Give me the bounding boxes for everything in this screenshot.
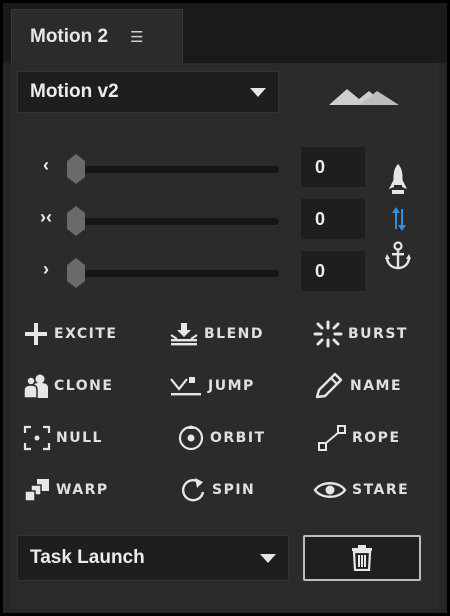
slider-left-value[interactable]: 0 — [301, 147, 365, 187]
null-icon — [23, 425, 51, 451]
spin-label: SPIN — [212, 482, 256, 498]
stare-button[interactable]: STARE — [313, 475, 409, 505]
preset-dropdown-label: Motion v2 — [30, 81, 119, 102]
chevron-down-icon — [260, 554, 276, 563]
spin-icon — [182, 478, 205, 502]
excite-button[interactable]: EXCITE — [23, 319, 117, 349]
tab-title: Motion 2 — [30, 25, 109, 47]
chevron-down-icon — [250, 88, 266, 97]
clone-icon — [23, 374, 48, 399]
motion-panel: Motion v2 ‹ 0 ›‹ 0 › 0 EXCITE BLEND BURS… — [11, 63, 439, 609]
slider-right-value[interactable]: 0 — [301, 251, 365, 291]
pencil-icon — [315, 372, 343, 399]
task-dropdown[interactable]: Task Launch — [17, 535, 289, 581]
eye-icon — [313, 482, 347, 498]
slider-row-right: › 0 — [11, 251, 439, 291]
stare-label: STARE — [352, 482, 410, 498]
name-label: NAME — [350, 378, 403, 394]
burst-label: BURST — [348, 326, 408, 342]
orbit-icon — [178, 425, 204, 451]
slider-middle-track[interactable] — [71, 218, 279, 225]
name-button[interactable]: NAME — [313, 371, 402, 401]
blend-label: BLEND — [204, 326, 264, 342]
plus-icon — [25, 323, 47, 345]
anchor-icon[interactable] — [385, 241, 411, 271]
slider-left-glyph: ‹ — [43, 155, 49, 175]
slider-right-glyph: › — [43, 259, 49, 279]
slider-row-left: ‹ 0 — [11, 147, 439, 187]
rope-button[interactable]: ROPE — [317, 423, 401, 453]
jump-label: JUMP — [208, 378, 255, 394]
null-label: NULL — [56, 430, 103, 446]
orbit-button[interactable]: ORBIT — [177, 423, 266, 453]
blend-icon — [170, 323, 198, 346]
slider-right-track[interactable] — [71, 270, 279, 277]
clone-button[interactable]: CLONE — [23, 371, 113, 401]
slider-left-track[interactable] — [71, 166, 279, 173]
spin-button[interactable]: SPIN — [181, 475, 255, 505]
slider-middle-thumb[interactable] — [67, 206, 85, 236]
burst-button[interactable]: BURST — [313, 319, 408, 349]
rope-label: ROPE — [352, 430, 401, 446]
rope-icon — [318, 425, 346, 451]
hamburger-menu-icon[interactable]: ☰ — [130, 28, 144, 46]
slider-middle-glyph: ›‹ — [40, 207, 52, 227]
null-button[interactable]: NULL — [23, 423, 103, 453]
orbit-label: ORBIT — [210, 430, 266, 446]
window: Motion 2 ☰ Motion v2 ‹ 0 ›‹ 0 › 0 EXCITE… — [3, 3, 447, 613]
rocket-icon[interactable] — [387, 163, 409, 197]
mountains-icon[interactable] — [329, 85, 399, 107]
warp-icon — [24, 479, 49, 502]
slider-row-middle: ›‹ 0 — [11, 199, 439, 239]
slider-right-thumb[interactable] — [67, 258, 85, 288]
arrows-updown-icon[interactable] — [391, 205, 407, 233]
warp-label: WARP — [56, 482, 109, 498]
jump-icon — [170, 377, 201, 396]
trash-icon — [352, 545, 372, 571]
task-dropdown-label: Task Launch — [30, 547, 145, 568]
preset-dropdown[interactable]: Motion v2 — [17, 71, 279, 113]
clone-label: CLONE — [54, 378, 114, 394]
delete-button[interactable] — [303, 535, 421, 581]
jump-button[interactable]: JUMP — [169, 371, 255, 401]
blend-button[interactable]: BLEND — [169, 319, 264, 349]
slider-left-thumb[interactable] — [67, 154, 85, 184]
excite-label: EXCITE — [54, 326, 118, 342]
burst-icon — [313, 320, 343, 348]
slider-middle-value[interactable]: 0 — [301, 199, 365, 239]
warp-button[interactable]: WARP — [23, 475, 109, 505]
tab-motion-2[interactable]: Motion 2 ☰ — [11, 9, 183, 63]
tab-bar: Motion 2 ☰ — [3, 3, 447, 63]
